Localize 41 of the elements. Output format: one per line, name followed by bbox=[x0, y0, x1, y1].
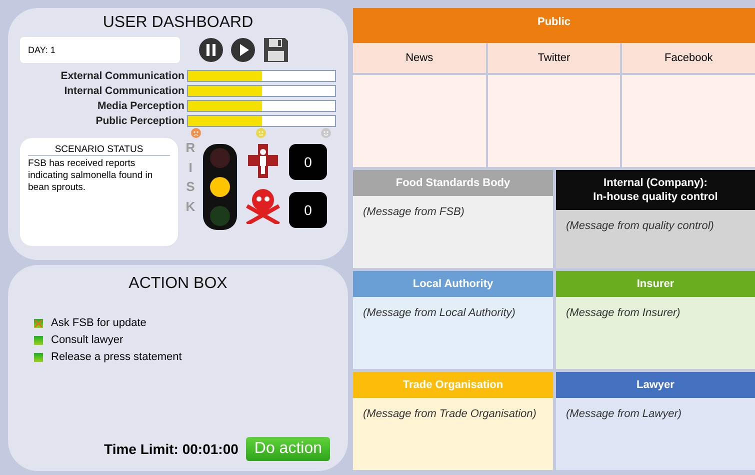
panel-header: Insurer bbox=[556, 271, 755, 297]
risk-label: RISK bbox=[184, 139, 196, 216]
save-icon[interactable] bbox=[262, 36, 290, 64]
do-action-button[interactable]: Do action bbox=[246, 437, 330, 461]
injured-count: 0 bbox=[289, 144, 327, 180]
column-header: News bbox=[353, 43, 486, 73]
pause-icon[interactable] bbox=[198, 37, 224, 63]
column-header: Facebook bbox=[622, 43, 755, 73]
meter-label: Media Perception bbox=[96, 100, 184, 112]
panel-message: (Message from Lawyer) bbox=[556, 398, 755, 470]
dashboard-title: USER DASHBOARD bbox=[102, 14, 254, 32]
meter-label: Public Perception bbox=[94, 114, 184, 126]
meter-label: Internal Communication bbox=[63, 84, 184, 96]
public-header: Public bbox=[353, 8, 755, 43]
death-count: 0 bbox=[289, 192, 327, 228]
action-label: Consult lawyer bbox=[51, 334, 124, 346]
meter-label: External Communication bbox=[60, 70, 184, 82]
time-limit: Time Limit: 00:01:00 bbox=[104, 441, 238, 457]
panel-header: Lawyer bbox=[556, 372, 755, 398]
panel-message: (Message from quality control) bbox=[556, 210, 755, 268]
action-label: Release a press statement bbox=[51, 351, 182, 363]
column-header: Twitter bbox=[488, 43, 620, 73]
panel-message: (Message from FSB) bbox=[353, 196, 553, 268]
play-icon[interactable] bbox=[230, 37, 256, 63]
scenario-title: SCENARIO STATUS bbox=[28, 144, 170, 156]
action-label: Ask FSB for update bbox=[51, 317, 146, 329]
panel-message: (Message from Insurer) bbox=[556, 297, 755, 369]
scenario-text: FSB has received reports indicating salmonella found in bean sprouts. bbox=[28, 158, 154, 194]
panel-header: Trade Organisation bbox=[353, 372, 553, 398]
day-display: DAY: 1 bbox=[20, 37, 180, 63]
action-checkbox[interactable] bbox=[34, 336, 43, 344]
first-aid-person-icon bbox=[248, 144, 278, 178]
action-checkbox[interactable] bbox=[34, 318, 43, 328]
action-checkbox[interactable] bbox=[34, 352, 43, 362]
panel-header: Internal (Company): In-house quality control bbox=[556, 170, 755, 210]
action-box-title: ACTION BOX bbox=[128, 275, 228, 293]
panel-message: (Message from Trade Organisation) bbox=[353, 398, 553, 470]
skull-crossbones-icon bbox=[243, 188, 283, 224]
panel-message: (Message from Local Authority) bbox=[353, 297, 553, 369]
panel-header: Food Standards Body bbox=[353, 170, 553, 196]
panel-header: Local Authority bbox=[353, 271, 553, 297]
